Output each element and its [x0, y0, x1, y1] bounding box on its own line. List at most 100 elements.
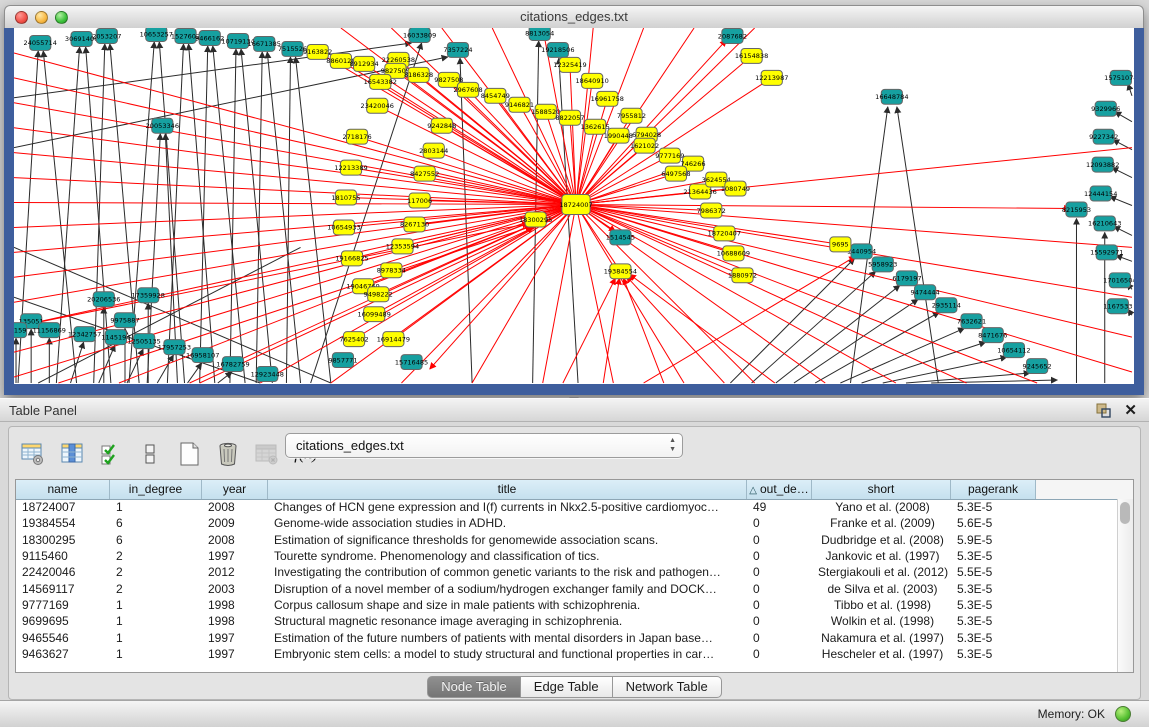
table-row[interactable]: 2242004622012Investigating the contribut… — [16, 564, 1118, 580]
graph-node[interactable]: 9857771 — [328, 353, 357, 368]
graph-node[interactable]: 12325419 — [553, 57, 586, 72]
graph-node[interactable]: 7357224 — [443, 42, 472, 57]
graph-node[interactable]: 9227342 — [1089, 129, 1118, 144]
graph-node[interactable]: 9466162 — [195, 30, 224, 45]
graph-node[interactable]: 15592971 — [1090, 245, 1123, 260]
graph-node[interactable]: 2935114 — [932, 298, 961, 313]
column-header-in_degree[interactable]: in_degree — [110, 480, 202, 499]
table-options-icon[interactable] — [19, 440, 47, 468]
graph-node[interactable]: 8267130 — [400, 217, 429, 232]
graph-node[interactable]: 9245652 — [1023, 359, 1052, 374]
column-header-out_de[interactable]: △out_de… — [747, 480, 812, 499]
graph-node[interactable]: 5958923 — [868, 257, 897, 272]
graph-node[interactable]: 2053207 — [92, 28, 121, 43]
graph-node[interactable]: 10653257 — [140, 28, 173, 41]
graph-node[interactable]: 1810755 — [331, 190, 360, 205]
graph-node[interactable]: 12342757 — [68, 327, 101, 342]
graph-node[interactable]: 15751074 — [1104, 70, 1134, 85]
graph-node[interactable]: 12213389 — [334, 160, 367, 175]
column-header-short[interactable]: short — [812, 480, 951, 499]
network-window-titlebar[interactable]: citations_edges.txt — [4, 5, 1144, 30]
delete-table-icon[interactable] — [253, 440, 281, 468]
graph-node[interactable]: 8912934 — [350, 56, 379, 71]
graph-node[interactable]: 16648784 — [875, 89, 908, 104]
graph-node[interactable]: 18724007 — [559, 195, 592, 215]
table-row[interactable]: 977716911998Corpus callosum shape and si… — [16, 597, 1118, 613]
table-row[interactable]: 1872400712008Changes of HCN gene express… — [16, 499, 1118, 515]
table-row[interactable]: 1456911722003Disruption of a novel membe… — [16, 580, 1118, 596]
tab-node-table[interactable]: Node Table — [427, 676, 521, 698]
new-table-icon[interactable] — [175, 440, 203, 468]
graph-node[interactable]: 20053346 — [146, 118, 179, 133]
graph-node[interactable]: 9474444 — [911, 285, 940, 300]
row-height-icon[interactable] — [136, 440, 164, 468]
graph-node[interactable]: 39159 — [14, 323, 27, 338]
graph-node[interactable]: 12093882 — [1086, 157, 1119, 172]
graph-node[interactable]: 7632621 — [957, 314, 986, 329]
graph-node[interactable]: 12923448 — [251, 367, 284, 382]
graph-node[interactable]: 1080749 — [721, 181, 750, 196]
import-table-icon[interactable] — [97, 440, 125, 468]
table-row[interactable]: 911546021997Tourette syndrome. Phenomeno… — [16, 548, 1118, 564]
graph-node[interactable]: 7955812 — [617, 108, 646, 123]
column-header-pagerank[interactable]: pagerank — [951, 480, 1036, 499]
graph-node[interactable]: 23420046 — [361, 98, 394, 113]
graph-node[interactable]: 117006 — [407, 193, 432, 208]
table-row[interactable]: 946362711997Embryonic stem cells: a mode… — [16, 646, 1118, 662]
graph-node[interactable]: 12444154 — [1084, 186, 1117, 201]
graph-node[interactable]: 9695 — [830, 237, 851, 252]
graph-node[interactable]: 8215953 — [1062, 202, 1091, 217]
delete-trash-icon[interactable] — [214, 440, 242, 468]
graph-node[interactable]: 20206536 — [87, 292, 120, 307]
memory-status-icon[interactable] — [1115, 706, 1131, 722]
graph-node[interactable]: 15716485 — [395, 355, 428, 370]
graph-node[interactable]: 8186328 — [404, 67, 433, 82]
graph-node[interactable]: 16154838 — [735, 48, 768, 63]
vertical-scrollbar[interactable] — [1117, 499, 1133, 672]
table-row[interactable]: 946554611997Estimation of the future num… — [16, 629, 1118, 645]
graph-node[interactable]: 1514545 — [606, 230, 635, 245]
graph-node[interactable]: 1145194 — [101, 330, 130, 345]
graph-node[interactable]: 2718176 — [342, 129, 371, 144]
graph-node[interactable]: 10654112 — [997, 343, 1030, 358]
graph-node[interactable]: 16914479 — [377, 332, 410, 347]
combo-stepper-icon[interactable]: ▲▼ — [669, 436, 676, 454]
graph-node[interactable]: 8471676 — [978, 328, 1007, 343]
table-row[interactable]: 1938455462009Genome-wide association stu… — [16, 515, 1118, 531]
graph-node[interactable]: 16210643 — [1088, 216, 1121, 231]
column-header-title[interactable]: title — [268, 480, 747, 499]
graph-node[interactable]: 9498222 — [364, 287, 393, 302]
graph-node[interactable]: 1880972 — [728, 268, 757, 283]
graph-node[interactable]: 8813054 — [525, 28, 554, 40]
table-selector-combobox[interactable]: citations_edges.txt ▲▼ — [285, 433, 683, 458]
graph-node[interactable]: 8427552 — [410, 166, 439, 181]
scrollbar-thumb[interactable] — [1120, 502, 1130, 524]
graph-node[interactable]: 16033809 — [403, 28, 436, 42]
graph-node[interactable]: 7986372 — [697, 203, 726, 218]
graph-node[interactable]: 9242848 — [427, 118, 456, 133]
graph-node[interactable]: 9329966 — [1091, 101, 1120, 116]
graph-node[interactable]: 1167533 — [1103, 299, 1132, 314]
graph-node[interactable]: 6179197 — [892, 271, 921, 286]
network-canvas[interactable]: 2405571430691406205320710653257152760294… — [4, 28, 1144, 395]
column-header-year[interactable]: year — [202, 480, 268, 499]
graph-node[interactable]: 8978334 — [377, 263, 406, 278]
graph-node[interactable]: 9146821 — [505, 97, 534, 112]
close-icon[interactable]: ✕ — [1124, 401, 1137, 419]
citation-network-graph[interactable]: 2405571430691406205320710653257152760294… — [14, 28, 1134, 384]
tab-network-table[interactable]: Network Table — [613, 676, 722, 698]
graph-node[interactable]: 2803144 — [419, 143, 448, 158]
column-header-name[interactable]: name — [16, 480, 110, 499]
graph-node[interactable]: 19166825 — [335, 251, 368, 266]
graph-node[interactable]: 2967608 — [453, 82, 482, 97]
show-columns-icon[interactable] — [58, 440, 86, 468]
graph-node[interactable]: 9975887 — [110, 313, 139, 328]
graph-node[interactable]: 1990448 — [604, 128, 633, 143]
table-row[interactable]: 969969511998Structural magnetic resonanc… — [16, 613, 1118, 629]
table-row[interactable]: 1830029562008Estimation of significance … — [16, 532, 1118, 548]
graph-node[interactable]: 18640910 — [575, 73, 608, 88]
graph-node[interactable]: 1621022 — [630, 138, 659, 153]
graph-node[interactable]: 17016504 — [1103, 273, 1134, 288]
float-window-icon[interactable] — [1096, 403, 1111, 418]
graph-node[interactable]: 24055714 — [24, 35, 57, 50]
